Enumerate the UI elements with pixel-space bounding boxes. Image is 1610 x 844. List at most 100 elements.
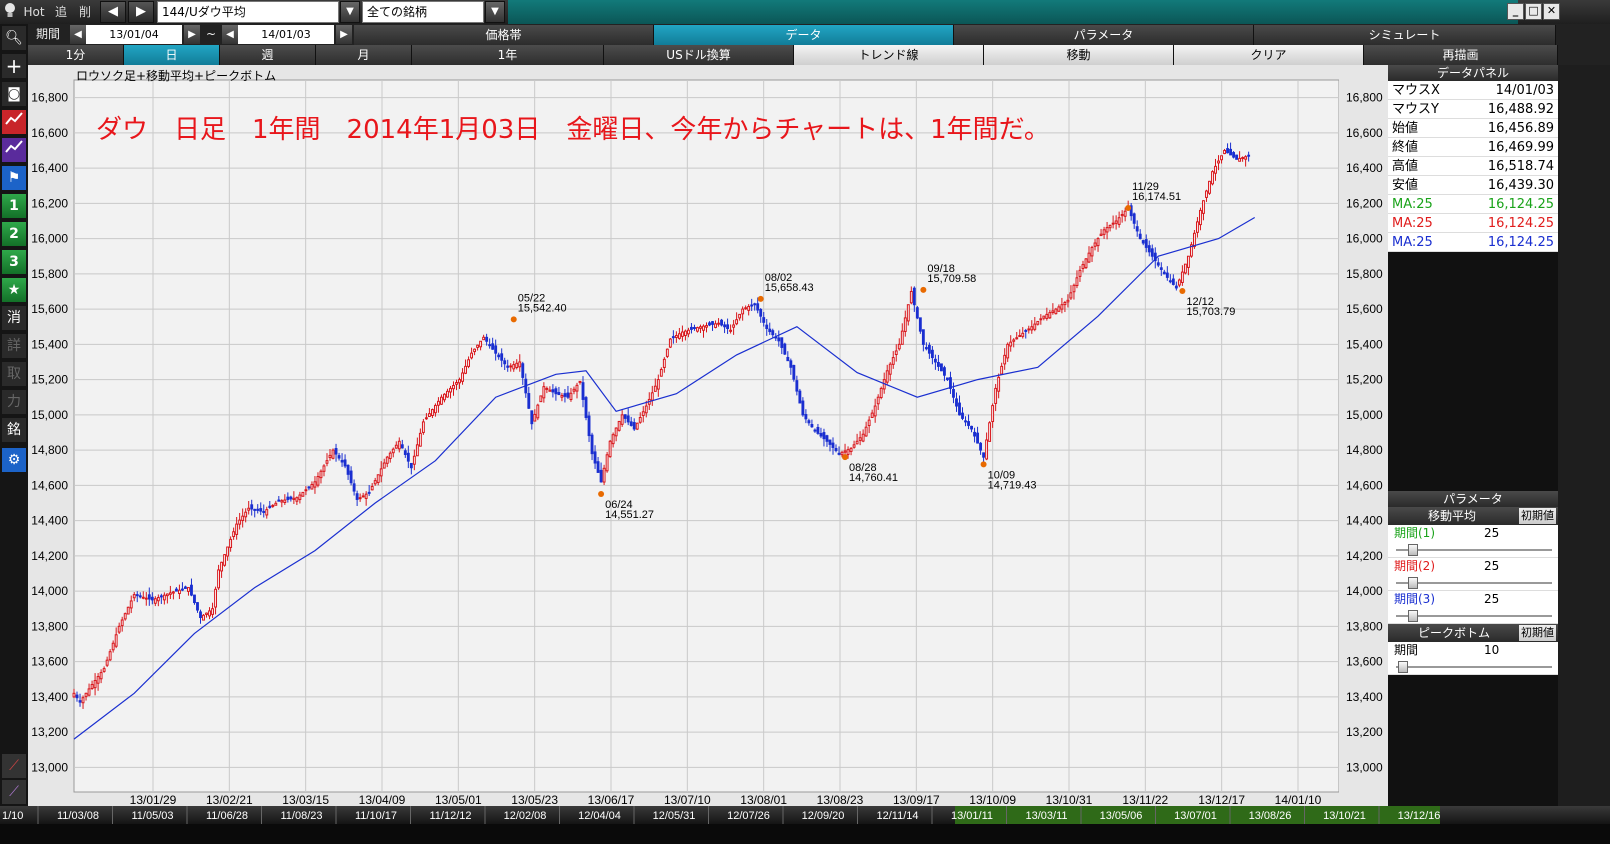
erase-button[interactable]: 消 — [2, 306, 26, 330]
ma-param-slider-3[interactable] — [1388, 607, 1558, 624]
delete-button[interactable]: 削 — [74, 2, 96, 22]
candle-body — [894, 350, 898, 356]
chart-area[interactable]: 13,000 13,000 13,200 13,200 13,400 13,400 13,6… — [28, 65, 1388, 806]
usd-convert-button[interactable]: USドル換算 — [604, 45, 794, 65]
y-tick-label-left: 15,600 — [31, 302, 68, 316]
search-button[interactable]: 🔍︎ — [2, 26, 26, 50]
tab-parameters[interactable]: パラメータ — [954, 25, 1254, 45]
bulb-icon[interactable] — [2, 2, 18, 22]
start-next-button[interactable]: ▶ — [184, 25, 200, 44]
history-axis[interactable]: 1/10 11/03/08 11/05/03 11/06/28 11/08/23 11/1… — [0, 806, 1610, 824]
ma-param-row-1: 期間(1) 25 — [1388, 525, 1558, 541]
candle-body — [87, 688, 91, 696]
candle-body — [515, 362, 519, 369]
detail-button[interactable]: 詳 — [2, 334, 26, 358]
chart-annotation: ダウ 日足 1年間 2014年1月03日 金曜日、今年からチャートは、1年間だ。 — [96, 115, 1050, 145]
candle-body — [301, 491, 305, 497]
symbol-dropdown-button[interactable]: ▼ — [340, 1, 360, 23]
candle-body — [750, 304, 754, 307]
hot-button[interactable]: Hot — [20, 2, 48, 22]
move-button[interactable]: 移動 — [984, 45, 1174, 65]
favorite-button[interactable]: ★ — [2, 278, 26, 302]
chart-thumb-red[interactable]: ⟋ — [2, 754, 26, 778]
pb-period-slider[interactable] — [1388, 658, 1558, 675]
prev-symbol-button[interactable]: ◀ — [100, 1, 126, 23]
ma-param-value[interactable]: 25 — [1484, 525, 1499, 541]
y-tick-label-left: 15,200 — [31, 373, 68, 387]
candle-body — [690, 326, 693, 330]
candle-body — [473, 348, 477, 353]
candle-body — [946, 377, 949, 381]
next-symbol-button[interactable]: ▶ — [128, 1, 154, 23]
tf-monthly[interactable]: 月 — [316, 45, 412, 65]
candle-body — [102, 668, 106, 672]
candle-body — [1111, 222, 1115, 225]
trend-line-button[interactable]: トレンド線 — [794, 45, 984, 65]
filter-dropdown-button[interactable]: ▼ — [485, 1, 505, 23]
settings-button[interactable]: ⚙ — [2, 448, 26, 472]
symbol-select[interactable]: 144/Uダウ平均 — [157, 1, 339, 23]
candle-body — [738, 313, 742, 319]
y-tick-label-right: 16,200 — [1346, 196, 1383, 210]
ma-param-value[interactable]: 25 — [1484, 558, 1499, 574]
tf-weekly[interactable]: 週 — [220, 45, 316, 65]
candle-body — [232, 531, 236, 538]
pb-period-value[interactable]: 10 — [1484, 642, 1499, 658]
slider-thumb[interactable] — [1408, 577, 1418, 589]
filter-select[interactable]: 全ての銘柄 — [362, 1, 484, 23]
clear-button[interactable]: クリア — [1174, 45, 1364, 65]
chart-thumb-purple[interactable]: ⟋ — [2, 780, 26, 804]
candle-body — [870, 412, 874, 418]
redraw-button[interactable]: 再描画 — [1364, 45, 1558, 65]
tab-price-band[interactable]: 価格帯 — [354, 25, 654, 45]
end-next-button[interactable]: ▶ — [336, 25, 352, 44]
end-prev-button[interactable]: ◀ — [222, 25, 238, 44]
power-button[interactable]: 力 — [2, 390, 26, 414]
tf-1min[interactable]: 1分 — [28, 45, 124, 65]
candle-body — [711, 321, 714, 325]
tab-data[interactable]: データ — [654, 25, 954, 45]
y-tick-label-right: 13,400 — [1346, 690, 1383, 704]
close-button[interactable]: ✕ — [1543, 3, 1560, 20]
candle-body — [943, 367, 946, 376]
slider-thumb[interactable] — [1408, 544, 1418, 556]
trade-button[interactable]: 取 — [2, 362, 26, 386]
app-window: Hot 追 削 ◀ ▶ 144/Uダウ平均 ▼ 全ての銘柄 ▼ _ □ ✕ 🔍︎… — [0, 0, 1610, 844]
preset-2-button[interactable]: 2 — [2, 222, 26, 246]
slider-thumb[interactable] — [1398, 661, 1408, 673]
price-chart[interactable]: 13,000 13,000 13,200 13,200 13,400 13,400 13,6… — [28, 65, 1388, 806]
flag-button[interactable]: ⚑ — [2, 166, 26, 190]
preset-3-button[interactable]: 3 — [2, 250, 26, 274]
y-tick-label-right: 13,600 — [1346, 655, 1383, 669]
candle-body — [226, 546, 230, 557]
crosshair-button[interactable]: + — [2, 54, 26, 78]
pb-reset-button[interactable]: 初期値 — [1519, 625, 1556, 641]
add-button[interactable]: 追 — [50, 2, 72, 22]
tf-1year[interactable]: 1年 — [412, 45, 604, 65]
symbol-button[interactable]: 銘 — [2, 418, 26, 442]
end-date-input[interactable]: 14/01/03 — [238, 25, 334, 44]
minimize-button[interactable]: _ — [1507, 3, 1524, 20]
preset-1-button[interactable]: 1 — [2, 194, 26, 218]
tf-daily[interactable]: 日 — [124, 45, 220, 65]
ma-param-slider-2[interactable] — [1388, 574, 1558, 591]
candle-body — [241, 515, 245, 521]
candle-body — [220, 561, 224, 572]
ma-param-value[interactable]: 25 — [1484, 591, 1499, 607]
candle-body — [144, 597, 148, 600]
slider-thumb[interactable] — [1408, 610, 1418, 622]
maximize-button[interactable]: □ — [1525, 3, 1542, 20]
ma-reset-button[interactable]: 初期値 — [1519, 508, 1556, 524]
candle-body — [708, 322, 711, 326]
camera-button[interactable]: ◙ — [2, 82, 26, 106]
data-row-label: 始値 — [1392, 121, 1419, 136]
start-prev-button[interactable]: ◀ — [70, 25, 86, 44]
tab-simulate[interactable]: シミュレート — [1254, 25, 1556, 45]
y-tick-label-left: 13,400 — [31, 690, 68, 704]
chart-purple-button[interactable] — [2, 138, 26, 162]
candle-body — [72, 692, 76, 698]
chart-red-button[interactable] — [2, 110, 26, 134]
candle-body — [1241, 157, 1245, 160]
start-date-input[interactable]: 13/01/04 — [86, 25, 182, 44]
ma-param-slider-1[interactable] — [1388, 541, 1558, 558]
